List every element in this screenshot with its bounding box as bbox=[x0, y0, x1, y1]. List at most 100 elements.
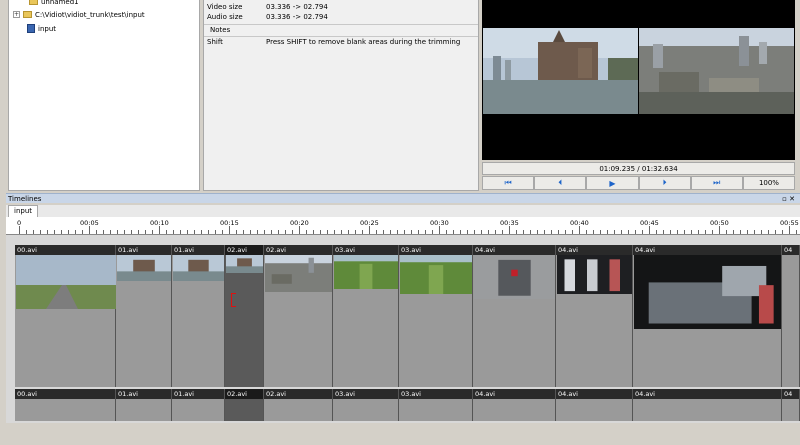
clip-title: 04.avi bbox=[556, 245, 632, 255]
ruler-tick bbox=[271, 230, 272, 234]
audio-clip[interactable]: 03.avi bbox=[399, 389, 473, 421]
video-clip[interactable]: 02.avi bbox=[264, 245, 333, 387]
ruler-tick bbox=[740, 230, 741, 234]
video-clip[interactable]: 00.avi bbox=[15, 245, 116, 387]
play-icon[interactable]: ▶ bbox=[586, 176, 639, 190]
audio-clip[interactable]: 00.avi bbox=[15, 389, 116, 421]
window-buttons[interactable]: ▫ ✕ bbox=[782, 194, 795, 204]
ruler-tick bbox=[726, 230, 727, 234]
audio-clip[interactable]: 04.avi bbox=[473, 389, 556, 421]
clip-title: 04.avi bbox=[473, 245, 555, 255]
ruler-tick bbox=[96, 230, 97, 234]
ruler-tick bbox=[642, 230, 643, 234]
ruler-tick bbox=[544, 230, 545, 234]
expand-icon[interactable]: + bbox=[13, 11, 20, 18]
audio-clip[interactable]: 03.avi bbox=[333, 389, 399, 421]
video-clip[interactable]: 01.avi bbox=[116, 245, 172, 387]
clip-thumbnail bbox=[557, 255, 632, 294]
ruler-tick bbox=[236, 230, 237, 234]
skip-to-end-icon[interactable]: ⏭ bbox=[690, 176, 743, 190]
audio-clip[interactable]: 04.avi bbox=[556, 389, 633, 421]
ruler-tick bbox=[600, 230, 601, 234]
tree-node-project[interactable]: unnamed1 bbox=[29, 0, 79, 7]
tree-node-sequence[interactable]: input bbox=[27, 23, 56, 34]
ruler-tick bbox=[215, 230, 216, 234]
ruler-tick bbox=[495, 230, 496, 234]
ruler-tick bbox=[537, 230, 538, 234]
ruler-tick bbox=[82, 230, 83, 234]
ruler-tick bbox=[747, 230, 748, 234]
ruler-tick bbox=[649, 226, 650, 234]
ruler-tick bbox=[110, 230, 111, 234]
ruler-tick bbox=[411, 230, 412, 234]
previous-icon[interactable]: ⏴ bbox=[534, 176, 587, 190]
clip-thumbnail bbox=[334, 255, 398, 289]
ruler-tick bbox=[635, 230, 636, 234]
ruler-tick bbox=[789, 226, 790, 234]
clip-title: 03.avi bbox=[399, 245, 472, 255]
ruler-tick bbox=[614, 230, 615, 234]
preview-time-display: 01:09.235 / 01:32.634 bbox=[482, 162, 795, 175]
ruler-tick bbox=[516, 230, 517, 234]
trim-marker[interactable] bbox=[231, 293, 236, 307]
video-clip[interactable]: 03.avi bbox=[333, 245, 399, 387]
skip-to-start-icon[interactable]: ⏮ bbox=[482, 176, 535, 190]
ruler-tick bbox=[523, 230, 524, 234]
preview-screen bbox=[482, 0, 795, 160]
video-clip[interactable]: 02.avi bbox=[225, 245, 264, 387]
tab-input[interactable]: input bbox=[8, 205, 39, 217]
ruler-tick bbox=[481, 230, 482, 234]
audio-clip[interactable]: 04 bbox=[782, 389, 800, 421]
ruler-tick bbox=[607, 230, 608, 234]
next-icon[interactable]: ⏵ bbox=[638, 176, 691, 190]
ruler-tick bbox=[376, 230, 377, 234]
ruler-tick bbox=[145, 230, 146, 234]
ruler-tick bbox=[761, 230, 762, 234]
ruler-tick bbox=[551, 230, 552, 234]
ruler-tick bbox=[418, 230, 419, 234]
tree-node-folder[interactable]: + C:\Vidiot\vidiot_trunk\test\input bbox=[13, 9, 145, 20]
ruler-tick bbox=[299, 226, 300, 234]
ruler-tick bbox=[33, 230, 34, 234]
clip-title: 01.avi bbox=[172, 245, 224, 255]
ruler-tick bbox=[775, 230, 776, 234]
video-size-label: Video size bbox=[207, 3, 243, 11]
project-tree-panel: unnamed1 + C:\Vidiot\vidiot_trunk\test\i… bbox=[8, 0, 200, 191]
ruler-tick bbox=[264, 230, 265, 234]
video-clip[interactable]: 03.avi bbox=[399, 245, 473, 387]
video-clip[interactable]: 04.avi bbox=[633, 245, 782, 387]
ruler-tick bbox=[768, 230, 769, 234]
ruler-tick bbox=[558, 230, 559, 234]
audio-clip[interactable]: 01.avi bbox=[116, 389, 172, 421]
ruler-tick bbox=[194, 230, 195, 234]
ruler-tick bbox=[439, 226, 440, 234]
ruler-tick bbox=[278, 230, 279, 234]
timeline-scroll-strip[interactable] bbox=[6, 423, 800, 445]
audio-clip[interactable]: 02.avi bbox=[225, 389, 264, 421]
ruler-tick bbox=[306, 230, 307, 234]
audio-clip[interactable]: 02.avi bbox=[264, 389, 333, 421]
ruler-tick bbox=[397, 230, 398, 234]
audio-clip[interactable]: 04.avi bbox=[633, 389, 782, 421]
ruler-tick bbox=[656, 230, 657, 234]
ruler-tick bbox=[292, 230, 293, 234]
video-clip[interactable]: 04.avi bbox=[473, 245, 556, 387]
clip-title: 04.avi bbox=[556, 389, 632, 399]
video-clip[interactable]: 04.avi bbox=[556, 245, 633, 387]
ruler-tick bbox=[222, 230, 223, 234]
video-clip[interactable]: 04 bbox=[782, 245, 800, 387]
audio-clip[interactable]: 01.avi bbox=[172, 389, 225, 421]
tree-node-label: C:\Vidiot\vidiot_trunk\test\input bbox=[35, 10, 145, 19]
video-clip[interactable]: 01.avi bbox=[172, 245, 225, 387]
ruler-tick bbox=[229, 226, 230, 234]
ruler-tick bbox=[705, 230, 706, 234]
clip-thumbnail bbox=[16, 255, 116, 309]
ruler-tick bbox=[285, 230, 286, 234]
zoom-level[interactable]: 100% bbox=[742, 176, 796, 190]
video-size-value: 03.336 -> 02.794 bbox=[266, 3, 328, 11]
ruler-tick bbox=[453, 230, 454, 234]
folder-icon bbox=[23, 11, 32, 18]
audio-track: 00.avi 01.avi 01.avi 02.avi 02.avi 03.avi 03.a… bbox=[6, 389, 800, 421]
ruler-tick bbox=[432, 230, 433, 234]
time-ruler[interactable]: 0 00:05 00:10 00:15 00:20 00:25 00:30 00:35 00:4… bbox=[6, 217, 800, 235]
